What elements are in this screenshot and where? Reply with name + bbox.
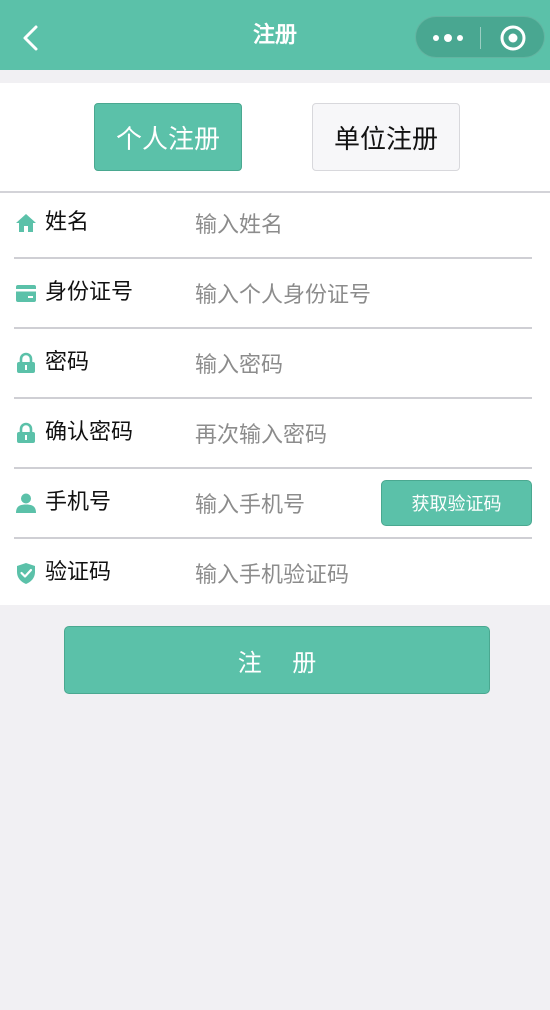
id-card-icon <box>16 285 36 302</box>
lock-icon <box>17 352 35 373</box>
password-label: 密码 <box>45 350 90 375</box>
home-icon <box>16 214 36 232</box>
id-number-label: 身份证号 <box>45 280 134 305</box>
register-form-panel: 个人注册 单位注册 姓名 身份证号 密码 <box>0 83 550 605</box>
row-divider <box>14 537 532 539</box>
get-code-button[interactable]: 获取验证码 <box>381 480 532 526</box>
chevron-left-icon <box>23 25 38 51</box>
phone-row: 手机号 获取验证码 <box>0 473 550 543</box>
confirm-password-input[interactable] <box>195 413 525 457</box>
row-divider <box>14 327 532 329</box>
id-number-row: 身份证号 <box>0 263 550 333</box>
confirm-password-label: 确认密码 <box>45 420 134 445</box>
name-input[interactable] <box>195 203 525 247</box>
id-number-input[interactable] <box>195 273 525 317</box>
shield-check-icon <box>17 563 35 584</box>
row-divider <box>14 467 532 469</box>
lock-icon <box>17 422 35 443</box>
mini-program-capsule <box>415 16 545 58</box>
organization-register-tab[interactable]: 单位注册 <box>312 103 460 171</box>
verification-code-input[interactable] <box>195 553 525 597</box>
more-dots-icon <box>433 35 439 41</box>
name-row: 姓名 <box>0 193 550 263</box>
more-button[interactable] <box>416 17 480 59</box>
verification-code-label: 验证码 <box>45 560 112 585</box>
verification-code-row: 验证码 <box>0 543 550 613</box>
close-mini-program-button[interactable] <box>481 17 545 59</box>
register-submit-button[interactable]: 注 册 <box>64 626 490 694</box>
target-circle-icon <box>500 25 526 51</box>
phone-input[interactable] <box>195 483 375 527</box>
phone-label: 手机号 <box>45 490 112 515</box>
personal-register-tab[interactable]: 个人注册 <box>94 103 242 171</box>
row-divider <box>14 257 532 259</box>
user-icon <box>16 493 36 513</box>
password-input[interactable] <box>195 343 525 387</box>
row-divider <box>14 397 532 399</box>
password-row: 密码 <box>0 333 550 403</box>
name-label: 姓名 <box>45 210 90 235</box>
back-button[interactable] <box>12 18 52 58</box>
navigation-bar: 注册 <box>0 0 550 70</box>
confirm-password-row: 确认密码 <box>0 403 550 473</box>
